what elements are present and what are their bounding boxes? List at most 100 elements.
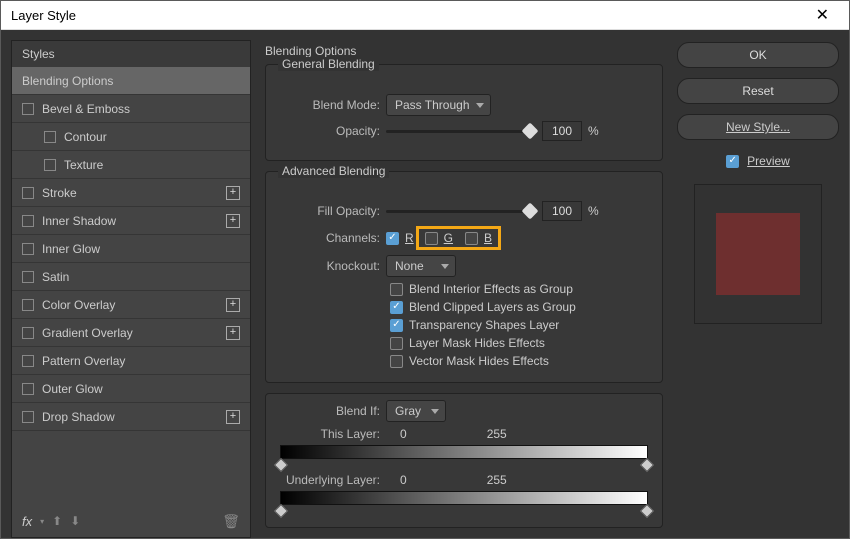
styles-header: Styles	[12, 41, 250, 67]
channels-gb-highlight: G B	[416, 226, 501, 250]
dialog-body: Styles Blending Options Bevel & Emboss Con…	[1, 30, 849, 548]
style-checkbox[interactable]	[22, 299, 34, 311]
style-item[interactable]: Blending Options	[12, 67, 250, 95]
styles-list: Blending Options Bevel & Emboss Contour Tex…	[12, 67, 250, 505]
style-checkbox[interactable]	[22, 411, 34, 423]
style-label: Bevel & Emboss	[42, 102, 130, 116]
add-effect-icon[interactable]: +	[226, 326, 240, 340]
style-checkbox[interactable]	[44, 131, 56, 143]
chevron-down-icon[interactable]: ▾	[40, 517, 44, 526]
blend-if-label: Blend If:	[280, 404, 380, 418]
arrow-down-icon[interactable]: ⬇	[70, 514, 80, 528]
style-item[interactable]: Drop Shadow +	[12, 403, 250, 431]
underlying-layer-high: 255	[487, 473, 507, 487]
styles-panel: Styles Blending Options Bevel & Emboss Con…	[11, 40, 251, 538]
blend-mode-select[interactable]: Pass Through	[386, 94, 491, 116]
underlying-layer-gradient[interactable]	[280, 491, 648, 505]
style-label: Inner Glow	[42, 242, 100, 256]
reset-button[interactable]: Reset	[677, 78, 839, 104]
style-checkbox[interactable]	[22, 187, 34, 199]
style-item[interactable]: Stroke +	[12, 179, 250, 207]
style-checkbox[interactable]	[22, 355, 34, 367]
style-item[interactable]: Pattern Overlay	[12, 347, 250, 375]
style-label: Pattern Overlay	[42, 354, 125, 368]
preview-checkbox[interactable]: Preview	[677, 154, 839, 168]
opacity-value[interactable]: 100	[542, 121, 582, 141]
style-label: Color Overlay	[42, 298, 115, 312]
preview-swatch	[694, 184, 822, 324]
close-icon[interactable]: ✕	[806, 1, 839, 29]
style-label: Inner Shadow	[42, 214, 116, 228]
this-layer-gradient[interactable]	[280, 445, 648, 459]
blend-if-select[interactable]: Gray	[386, 400, 446, 422]
ok-button[interactable]: OK	[677, 42, 839, 68]
style-checkbox[interactable]	[22, 271, 34, 283]
style-label: Texture	[64, 158, 103, 172]
this-layer-low: 0	[400, 427, 407, 441]
style-item[interactable]: Contour	[12, 123, 250, 151]
advanced-blending-group: Advanced Blending Fill Opacity: 100 % Ch…	[265, 171, 663, 383]
this-layer-label: This Layer:	[280, 427, 380, 441]
advanced-blending-legend: Advanced Blending	[278, 164, 389, 178]
vector-mask-hides-checkbox[interactable]: Vector Mask Hides Effects	[390, 354, 648, 368]
blend-mode-label: Blend Mode:	[280, 98, 380, 112]
style-checkbox[interactable]	[22, 243, 34, 255]
options-area: Blending Options General Blending Blend …	[259, 40, 669, 538]
style-item[interactable]: Inner Glow	[12, 235, 250, 263]
opacity-slider[interactable]	[386, 123, 536, 139]
general-blending-legend: General Blending	[278, 57, 379, 71]
layer-style-dialog: Layer Style ✕ Styles Blending Options Bev…	[0, 0, 850, 539]
fill-opacity-label: Fill Opacity:	[280, 204, 380, 218]
style-label: Drop Shadow	[42, 410, 115, 424]
style-checkbox[interactable]	[22, 327, 34, 339]
fill-opacity-value[interactable]: 100	[542, 201, 582, 221]
channel-r-checkbox[interactable]: R	[386, 231, 414, 245]
fill-opacity-slider[interactable]	[386, 203, 536, 219]
style-label: Satin	[42, 270, 69, 284]
add-effect-icon[interactable]: +	[226, 186, 240, 200]
channel-g-checkbox[interactable]: G	[425, 231, 453, 245]
trash-icon[interactable]: 🗑	[222, 513, 240, 530]
style-item[interactable]: Satin	[12, 263, 250, 291]
style-label: Stroke	[42, 186, 77, 200]
style-item[interactable]: Gradient Overlay +	[12, 319, 250, 347]
window-title: Layer Style	[11, 8, 76, 23]
style-checkbox[interactable]	[22, 383, 34, 395]
new-style-button[interactable]: New Style...	[677, 114, 839, 140]
general-blending-group: General Blending Blend Mode: Pass Throug…	[265, 64, 663, 161]
percent-label: %	[588, 204, 599, 218]
add-effect-icon[interactable]: +	[226, 298, 240, 312]
opacity-label: Opacity:	[280, 124, 380, 138]
channel-b-checkbox[interactable]: B	[465, 231, 492, 245]
style-checkbox[interactable]	[44, 159, 56, 171]
knockout-select[interactable]: None	[386, 255, 456, 277]
style-item[interactable]: Color Overlay +	[12, 291, 250, 319]
arrow-up-icon[interactable]: ⬆	[52, 514, 62, 528]
blend-if-group: Blend If: Gray This Layer: 0 255 Underly…	[265, 393, 663, 528]
transparency-shapes-checkbox[interactable]: Transparency Shapes Layer	[390, 318, 648, 332]
layer-mask-hides-checkbox[interactable]: Layer Mask Hides Effects	[390, 336, 648, 350]
preview-color	[716, 213, 800, 295]
style-label: Outer Glow	[42, 382, 103, 396]
style-item[interactable]: Inner Shadow +	[12, 207, 250, 235]
style-item[interactable]: Texture	[12, 151, 250, 179]
style-checkbox[interactable]	[22, 215, 34, 227]
channels-label: Channels:	[280, 231, 380, 245]
underlying-layer-label: Underlying Layer:	[280, 473, 380, 487]
knockout-label: Knockout:	[280, 259, 380, 273]
blend-interior-checkbox[interactable]: Blend Interior Effects as Group	[390, 282, 648, 296]
dialog-buttons: OK Reset New Style... Preview	[677, 40, 839, 538]
style-item[interactable]: Bevel & Emboss	[12, 95, 250, 123]
style-checkbox[interactable]	[22, 103, 34, 115]
percent-label: %	[588, 124, 599, 138]
style-item[interactable]: Outer Glow	[12, 375, 250, 403]
add-effect-icon[interactable]: +	[226, 410, 240, 424]
fx-menu-icon[interactable]: fx	[22, 514, 32, 529]
blend-clipped-checkbox[interactable]: Blend Clipped Layers as Group	[390, 300, 648, 314]
style-label: Gradient Overlay	[42, 326, 133, 340]
this-layer-high: 255	[487, 427, 507, 441]
style-label: Contour	[64, 130, 107, 144]
style-label: Blending Options	[22, 74, 113, 88]
add-effect-icon[interactable]: +	[226, 214, 240, 228]
underlying-layer-low: 0	[400, 473, 407, 487]
